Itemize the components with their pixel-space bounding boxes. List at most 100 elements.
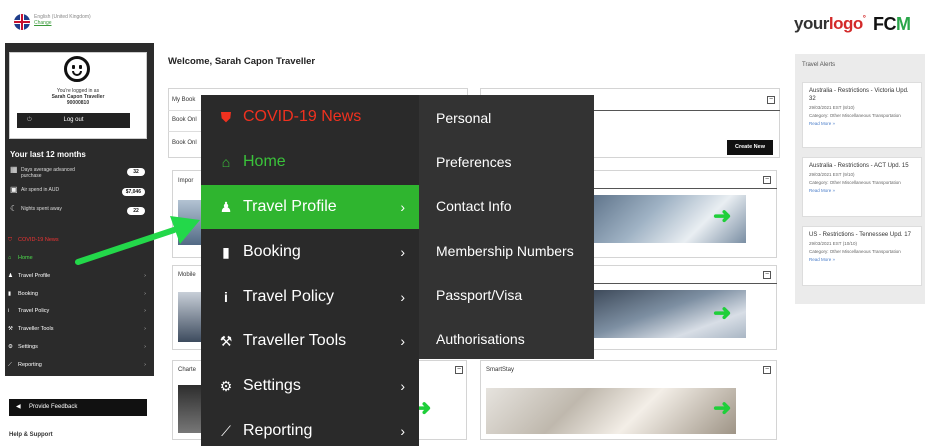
menu-item-label: Booking (243, 243, 301, 260)
alert-category: Category: Other Miscellaneous Transporta… (809, 179, 901, 185)
arrow-right-icon[interactable]: ➜ (713, 300, 731, 326)
charter-photo (178, 385, 202, 433)
chevron-right-icon: › (400, 289, 405, 305)
page-title: Welcome, Sarah Capon Traveller (168, 56, 316, 67)
collapse-button[interactable]: − (455, 366, 463, 374)
power-icon: ⏻ (27, 117, 32, 123)
menu-item-travel-profile[interactable]: ♟ Travel Profile › (201, 185, 419, 229)
sidebar-item-label: Travel Profile (18, 273, 51, 279)
wrench-icon: ⚒ (8, 326, 13, 332)
menu-item-label: Home (243, 153, 286, 170)
chart-icon: ⟋ (8, 362, 12, 368)
menu-item-travel-policy[interactable]: i Travel Policy › (201, 275, 419, 319)
alert-title[interactable]: Australia - Restrictions - ACT Upd. 15 (809, 162, 915, 170)
logout-button[interactable]: ⏻ Log out (17, 113, 130, 128)
change-language-link[interactable]: Change (34, 20, 91, 26)
gear-icon: ⚙ (8, 344, 13, 350)
moon-icon: ☾ (10, 204, 18, 213)
shield-icon: ⛉ (8, 237, 13, 243)
arrow-right-icon[interactable]: ➜ (713, 395, 731, 421)
alert-card[interactable]: Australia - Restrictions - Victoria Upd.… (802, 82, 922, 148)
user-id: 90000810 (66, 100, 90, 106)
sidebar-item-label: Home (18, 255, 33, 261)
book-online-link[interactable]: Book Onl (172, 117, 197, 123)
stat-row-air-spend: ▣ Air spend in AUD $7,046 (10, 186, 150, 199)
submenu-item-preferences[interactable]: Preferences (436, 151, 511, 173)
book-online-link-2[interactable]: Book Onl (172, 140, 197, 146)
stat-label: Air spend in AUD (21, 187, 60, 193)
chevron-right-icon: › (144, 308, 146, 314)
fcm-logo: FCM (873, 14, 911, 35)
alert-card[interactable]: US - Restrictions - Tennessee Upd. 17 29… (802, 226, 922, 286)
sidebar-item-reporting[interactable]: ⟋ Reporting › (8, 359, 150, 372)
stat-row-advance-purchase: ▦ Days average advanced purchase 32 (10, 166, 150, 179)
my-bookings-title: My Book (172, 97, 196, 103)
chevron-right-icon: › (144, 326, 146, 332)
important-title: Impor (178, 178, 194, 184)
uk-flag-icon[interactable] (14, 14, 30, 30)
stat-label: Nights spent away (21, 206, 62, 212)
alert-title[interactable]: US - Restrictions - Tennessee Upd. 17 (809, 231, 915, 239)
wrench-icon: ⚒ (219, 333, 233, 349)
collapse-button[interactable]: − (763, 366, 771, 374)
sidebar-item-label: COVID-19 News (18, 237, 59, 243)
submenu-item-contact-info[interactable]: Contact Info (436, 195, 512, 217)
chevron-right-icon: › (400, 199, 405, 215)
stat-value: 32 (127, 168, 145, 176)
sidebar-item-label: Reporting (18, 362, 42, 368)
money-icon: ▣ (10, 185, 18, 194)
help-support-heading: Help & Support (9, 432, 53, 438)
annotation-arrow (75, 216, 200, 265)
sidebar-item-travel-policy[interactable]: i Travel Policy › (8, 305, 150, 318)
provide-feedback-button[interactable]: ◀ Provide Feedback (9, 399, 147, 416)
alert-card[interactable]: Australia - Restrictions - ACT Upd. 15 2… (802, 157, 922, 217)
sidebar-item-booking[interactable]: ▮ Booking › (8, 288, 150, 301)
your-logo: yourlogo° (794, 14, 866, 34)
book-icon: ▮ (222, 244, 230, 260)
chevron-right-icon: › (400, 333, 405, 349)
submenu-item-personal[interactable]: Personal (436, 107, 491, 129)
chevron-right-icon: › (144, 273, 146, 279)
read-more-link[interactable]: Read More » (809, 121, 915, 126)
read-more-link[interactable]: Read More » (809, 257, 915, 262)
submenu-item-passport-visa[interactable]: Passport/Visa (436, 284, 522, 306)
menu-item-home[interactable]: ⌂ Home (201, 140, 419, 184)
menu-item-label: Settings (243, 377, 301, 394)
fcm-m-text: M (896, 14, 911, 34)
menu-item-reporting[interactable]: ⟋ Reporting › (201, 409, 419, 446)
travel-alerts-title: Travel Alerts (802, 62, 836, 68)
collapse-button[interactable]: − (767, 96, 775, 104)
sidebar-item-label: Traveller Tools (18, 326, 54, 332)
sidebar-item-travel-profile[interactable]: ♟ Travel Profile › (8, 270, 150, 283)
menu-item-traveller-tools[interactable]: ⚒ Traveller Tools › (201, 319, 419, 363)
stats-heading: Your last 12 months (10, 150, 86, 159)
collapse-button[interactable]: − (763, 176, 771, 184)
book-icon: ▮ (8, 291, 12, 297)
alert-date: 29/03/2021 EST (8/10) (809, 105, 855, 110)
menu-item-settings[interactable]: ⚙ Settings › (201, 364, 419, 408)
alert-title[interactable]: Australia - Restrictions - Victoria Upd.… (809, 87, 915, 103)
chart-icon: ⟋ (221, 423, 231, 439)
menu-item-label: COVID-19 News (243, 108, 362, 125)
collapse-button[interactable]: − (763, 271, 771, 279)
submenu-item-authorisations[interactable]: Authorisations (436, 328, 525, 350)
alert-date: 29/03/2021 EST (9/10) (809, 172, 855, 177)
create-new-button[interactable]: Create New (727, 140, 773, 155)
sidebar-item-traveller-tools[interactable]: ⚒ Traveller Tools › (8, 323, 150, 336)
info-icon: i (224, 289, 228, 305)
fcm-fc-text: FC (873, 14, 897, 34)
arrow-right-icon[interactable]: ➜ (713, 203, 731, 229)
language-selector[interactable]: English (United Kingdom) Change (34, 14, 91, 26)
chevron-right-icon: › (400, 423, 405, 439)
sidebar-item-settings[interactable]: ⚙ Settings › (8, 341, 150, 354)
logo-registered-mark: ° (862, 14, 866, 23)
submenu-item-membership-numbers[interactable]: Membership Numbers (436, 240, 574, 262)
menu-item-covid[interactable]: ⛊ COVID-19 News (201, 95, 419, 139)
mobile-title: Mobile (178, 272, 196, 278)
logo-logo-text: logo (828, 14, 863, 33)
read-more-link[interactable]: Read More » (809, 188, 915, 193)
menu-item-booking[interactable]: ▮ Booking › (201, 230, 419, 274)
menu-item-label: Travel Profile (243, 198, 337, 215)
calendar-icon: ▦ (10, 165, 18, 174)
megaphone-icon: ◀ (16, 404, 21, 410)
